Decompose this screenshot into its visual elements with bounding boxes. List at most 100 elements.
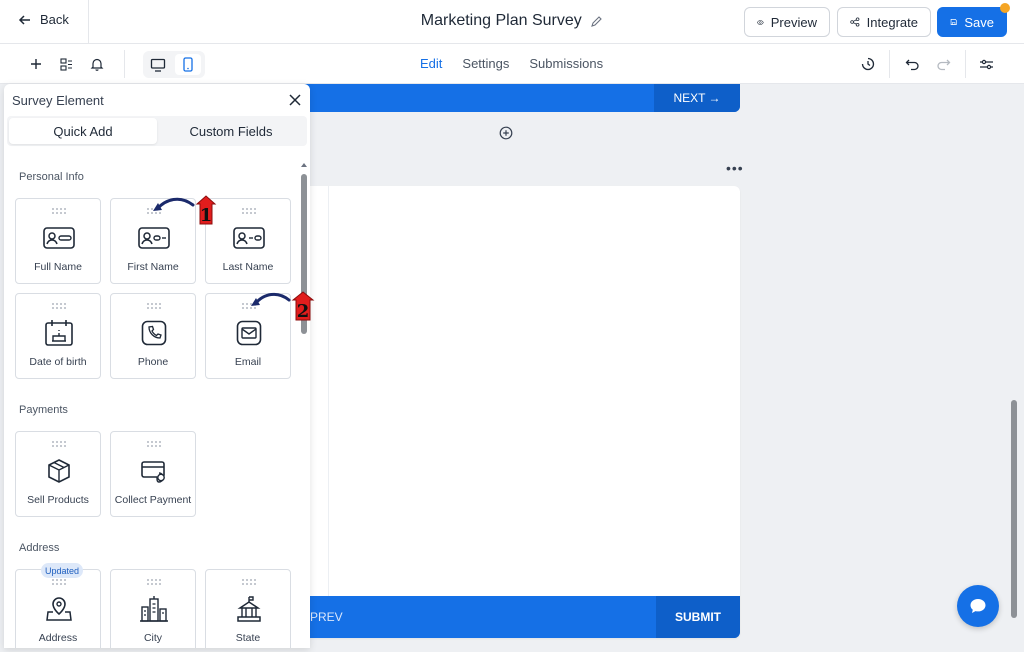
undo-icon bbox=[905, 59, 919, 70]
element-label: State bbox=[235, 632, 261, 644]
desktop-view-button[interactable] bbox=[145, 54, 171, 75]
drag-handle-icon[interactable] bbox=[146, 579, 162, 585]
annotation-callout-2: 2 bbox=[251, 291, 315, 322]
id-card-icon bbox=[232, 223, 266, 253]
device-toggle bbox=[143, 51, 205, 78]
updated-badge: Updated bbox=[41, 563, 83, 578]
element-label: City bbox=[143, 632, 163, 644]
style-settings-button[interactable] bbox=[976, 54, 996, 74]
form-page: PREV SUBMIT bbox=[300, 186, 740, 638]
drag-handle-icon[interactable] bbox=[146, 303, 162, 309]
redo-icon bbox=[936, 59, 950, 70]
panel-scrollbar[interactable] bbox=[300, 158, 308, 648]
editor-toolbar: Edit Settings Submissions bbox=[0, 44, 1024, 84]
element-city[interactable]: City bbox=[110, 569, 196, 648]
element-label: Collect Payment bbox=[114, 494, 192, 506]
element-full-name[interactable]: Full Name bbox=[15, 198, 101, 284]
history-icon bbox=[861, 57, 875, 71]
annotation-callout-1: 1 bbox=[153, 195, 217, 226]
page-title: Marketing Plan Survey bbox=[420, 12, 582, 29]
section-payments: Payments bbox=[19, 404, 68, 416]
element-collect-payment[interactable]: Collect Payment bbox=[110, 431, 196, 517]
map-pin-icon bbox=[42, 594, 76, 624]
top-header: Back Marketing Plan Survey Preview Integ… bbox=[0, 0, 1024, 44]
add-page-icon[interactable] bbox=[499, 126, 513, 140]
element-state[interactable]: State bbox=[205, 569, 291, 648]
notification-dot bbox=[1000, 3, 1010, 13]
element-label: First Name bbox=[127, 261, 179, 273]
eye-icon bbox=[757, 19, 764, 25]
drag-handle-icon[interactable] bbox=[146, 441, 162, 447]
element-date-of-birth[interactable]: Date of birth bbox=[15, 293, 101, 379]
element-phone[interactable]: Phone bbox=[110, 293, 196, 379]
floppy-disk-icon bbox=[950, 19, 957, 25]
drag-handle-icon[interactable] bbox=[241, 579, 257, 585]
element-address[interactable]: Address bbox=[15, 569, 101, 648]
tab-edit[interactable]: Edit bbox=[420, 56, 442, 71]
toolbar-divider bbox=[889, 50, 890, 78]
next-button[interactable]: NEXT → bbox=[654, 84, 740, 112]
tab-settings[interactable]: Settings bbox=[462, 56, 509, 71]
plus-icon bbox=[31, 59, 41, 69]
drag-handle-icon[interactable] bbox=[51, 303, 67, 309]
undo-button[interactable] bbox=[902, 54, 922, 74]
canvas-scrollbar[interactable] bbox=[1009, 84, 1019, 652]
integrate-label: Integrate bbox=[866, 14, 918, 30]
element-label: Date of birth bbox=[29, 356, 87, 368]
section-address: Address bbox=[19, 542, 60, 554]
close-icon[interactable] bbox=[287, 92, 303, 108]
submit-button[interactable]: SUBMIT bbox=[656, 596, 740, 638]
preview-label: Preview bbox=[770, 14, 817, 30]
package-box-icon bbox=[42, 456, 76, 486]
annotation-number: 2 bbox=[297, 301, 310, 322]
prev-button[interactable]: PREV bbox=[310, 610, 343, 624]
element-label: Sell Products bbox=[27, 494, 89, 506]
notifications-button[interactable] bbox=[87, 54, 107, 74]
next-label: NEXT → bbox=[673, 91, 721, 105]
panel-title: Survey Element bbox=[12, 93, 104, 108]
element-sell-products[interactable]: Sell Products bbox=[15, 431, 101, 517]
chat-icon bbox=[970, 599, 986, 613]
capitol-building-icon bbox=[232, 594, 266, 624]
tab-submissions[interactable]: Submissions bbox=[529, 56, 603, 71]
drag-handle-icon[interactable] bbox=[51, 579, 67, 585]
previous-page-footer: NEXT → bbox=[300, 84, 740, 112]
element-label: Address bbox=[38, 632, 78, 644]
integrate-button[interactable]: Integrate bbox=[837, 7, 931, 37]
share-icon bbox=[850, 17, 860, 27]
save-button[interactable]: Save bbox=[937, 7, 1007, 37]
toolbar-divider bbox=[124, 50, 125, 78]
chat-widget-button[interactable] bbox=[957, 585, 999, 627]
drag-handle-icon[interactable] bbox=[241, 208, 257, 214]
submit-label: SUBMIT bbox=[675, 610, 721, 624]
survey-element-panel: Survey Element Quick Add Custom Fields P… bbox=[4, 84, 310, 648]
drag-handle-icon[interactable] bbox=[51, 441, 67, 447]
tab-custom-fields[interactable]: Custom Fields bbox=[157, 118, 305, 144]
panel-tabs: Quick Add Custom Fields bbox=[7, 116, 307, 146]
history-button[interactable] bbox=[858, 54, 878, 74]
phone-icon bbox=[137, 318, 171, 348]
redo-button[interactable] bbox=[933, 54, 953, 74]
section-personal-info: Personal Info bbox=[19, 171, 84, 183]
scroll-up-arrow-icon[interactable] bbox=[300, 162, 308, 168]
drag-handle-icon[interactable] bbox=[51, 208, 67, 214]
id-card-icon bbox=[42, 223, 76, 253]
layers-button[interactable] bbox=[56, 54, 76, 74]
mobile-view-button[interactable] bbox=[175, 54, 201, 75]
add-element-button[interactable] bbox=[26, 54, 46, 74]
pencil-icon[interactable] bbox=[590, 15, 603, 28]
preview-button[interactable]: Preview bbox=[744, 7, 830, 37]
page-more-menu[interactable]: ••• bbox=[726, 160, 744, 176]
element-label: Phone bbox=[137, 356, 169, 368]
toolbar-divider bbox=[965, 50, 966, 78]
sliders-icon bbox=[979, 59, 993, 69]
element-label: Last Name bbox=[222, 261, 274, 273]
element-label: Email bbox=[234, 356, 262, 368]
credit-card-icon bbox=[137, 456, 171, 486]
layers-icon bbox=[59, 57, 72, 71]
canvas-scrollbar-thumb[interactable] bbox=[1011, 400, 1017, 618]
monitor-icon bbox=[150, 58, 166, 72]
city-buildings-icon bbox=[137, 594, 171, 624]
tab-quick-add[interactable]: Quick Add bbox=[9, 118, 157, 144]
smartphone-icon bbox=[183, 57, 193, 72]
